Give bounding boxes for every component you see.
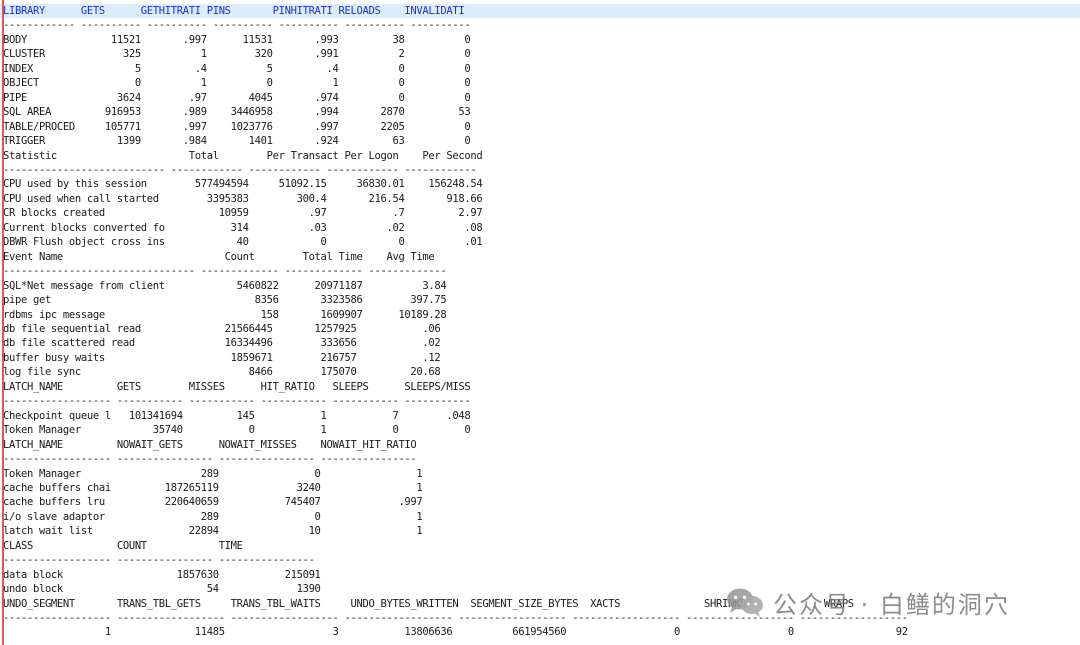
report-line: SQL*Net message from client 5460822 2097…	[3, 279, 447, 292]
report-line: Token Manager 289 0 1	[3, 467, 423, 480]
report-line: Event Name Count Total Time Avg Time	[3, 250, 435, 263]
report-line: i/o slave adaptor 289 0 1	[3, 510, 423, 523]
report-line: undo block 54 1390	[3, 583, 321, 596]
report-line: ------------------ ---------------- ----…	[3, 554, 315, 567]
wechat-icon	[725, 586, 765, 618]
text-cursor	[2, 0, 4, 645]
report-line: pipe get 8356 3323586 397.75	[3, 294, 447, 307]
report-line: buffer busy waits 1859671 216757 .12	[3, 351, 441, 364]
report-line: ------------ ---------- ---------- -----…	[3, 19, 471, 32]
report-header-line: LIBRARY GETS GETHITRATI PINS PINHITRATI …	[3, 5, 465, 17]
report-text[interactable]: LIBRARY GETS GETHITRATI PINS PINHITRATI …	[3, 4, 908, 640]
report-line: log file sync 8466 175070 20.68	[3, 366, 441, 379]
report-line: CPU used when call started 3395383 300.4…	[3, 192, 483, 205]
report-line: Statistic Total Per Transact Per Logon P…	[3, 149, 483, 162]
report-line: OBJECT 0 1 0 1 0 0	[3, 77, 471, 90]
report-line: CLUSTER 325 1 320 .991 2 0	[3, 48, 471, 61]
report-line: cache buffers chai 187265119 3240 1	[3, 481, 423, 494]
watermark: 公众号 · 白鳝的洞穴	[725, 583, 1055, 621]
report-line: CLASS COUNT TIME	[3, 539, 243, 552]
report-line: LATCH_NAME NOWAIT_GETS NOWAIT_MISSES NOW…	[3, 438, 417, 451]
report-line: db file sequential read 21566445 1257925…	[3, 322, 441, 335]
report-line: rdbms ipc message 158 1609907 10189.28	[3, 308, 447, 321]
watermark-text: 公众号 · 白鳝的洞穴	[773, 590, 1010, 619]
report-line: INDEX 5 .4 5 .4 0 0	[3, 62, 471, 75]
report-line: db file scattered read 16334496 333656 .…	[3, 337, 441, 350]
report-line: CPU used by this session 577494594 51092…	[3, 178, 483, 191]
report-line: BODY 11521 .997 11531 .993 38 0	[3, 33, 471, 46]
report-line: DBWR Flush object cross ins 40 0 0 .01	[3, 236, 483, 249]
report-line: -------------------------------- -------…	[3, 265, 447, 278]
report-line: --------------------------- ------------…	[3, 163, 477, 176]
report-line: Token Manager 35740 0 1 0 0	[3, 424, 471, 437]
report-line: data block 1857630 215091	[3, 568, 321, 581]
report-line: PIPE 3624 .97 4045 .974 0 0	[3, 91, 471, 104]
report-line: ------------------ ----------- ---------…	[3, 395, 471, 408]
report-line: LATCH_NAME GETS MISSES HIT_RATIO SLEEPS …	[3, 380, 471, 393]
report-line: latch wait list 22894 10 1	[3, 525, 423, 538]
report-line: SQL AREA 916953 .989 3446958 .994 2870 5…	[3, 106, 471, 119]
report-line: Checkpoint queue l 101341694 145 1 7 .04…	[3, 409, 471, 422]
report-line: cache buffers lru 220640659 745407 .997	[3, 496, 423, 509]
report-line: CR blocks created 10959 .97 .7 2.97	[3, 207, 483, 220]
report-line: Current blocks converted fo 314 .03 .02 …	[3, 221, 483, 234]
report-line: TRIGGER 1399 .984 1401 .924 63 0	[3, 135, 471, 148]
report-line: 1 11485 3 13806636 661954560 0 0 92	[3, 626, 908, 639]
report-line: TABLE/PROCED 105771 .997 1023776 .997 22…	[3, 120, 471, 133]
report-viewer: LIBRARY GETS GETHITRATI PINS PINHITRATI …	[0, 0, 1080, 645]
report-line: ------------------ ---------------- ----…	[3, 453, 417, 466]
report-body: ------------ ---------- ---------- -----…	[3, 19, 908, 638]
